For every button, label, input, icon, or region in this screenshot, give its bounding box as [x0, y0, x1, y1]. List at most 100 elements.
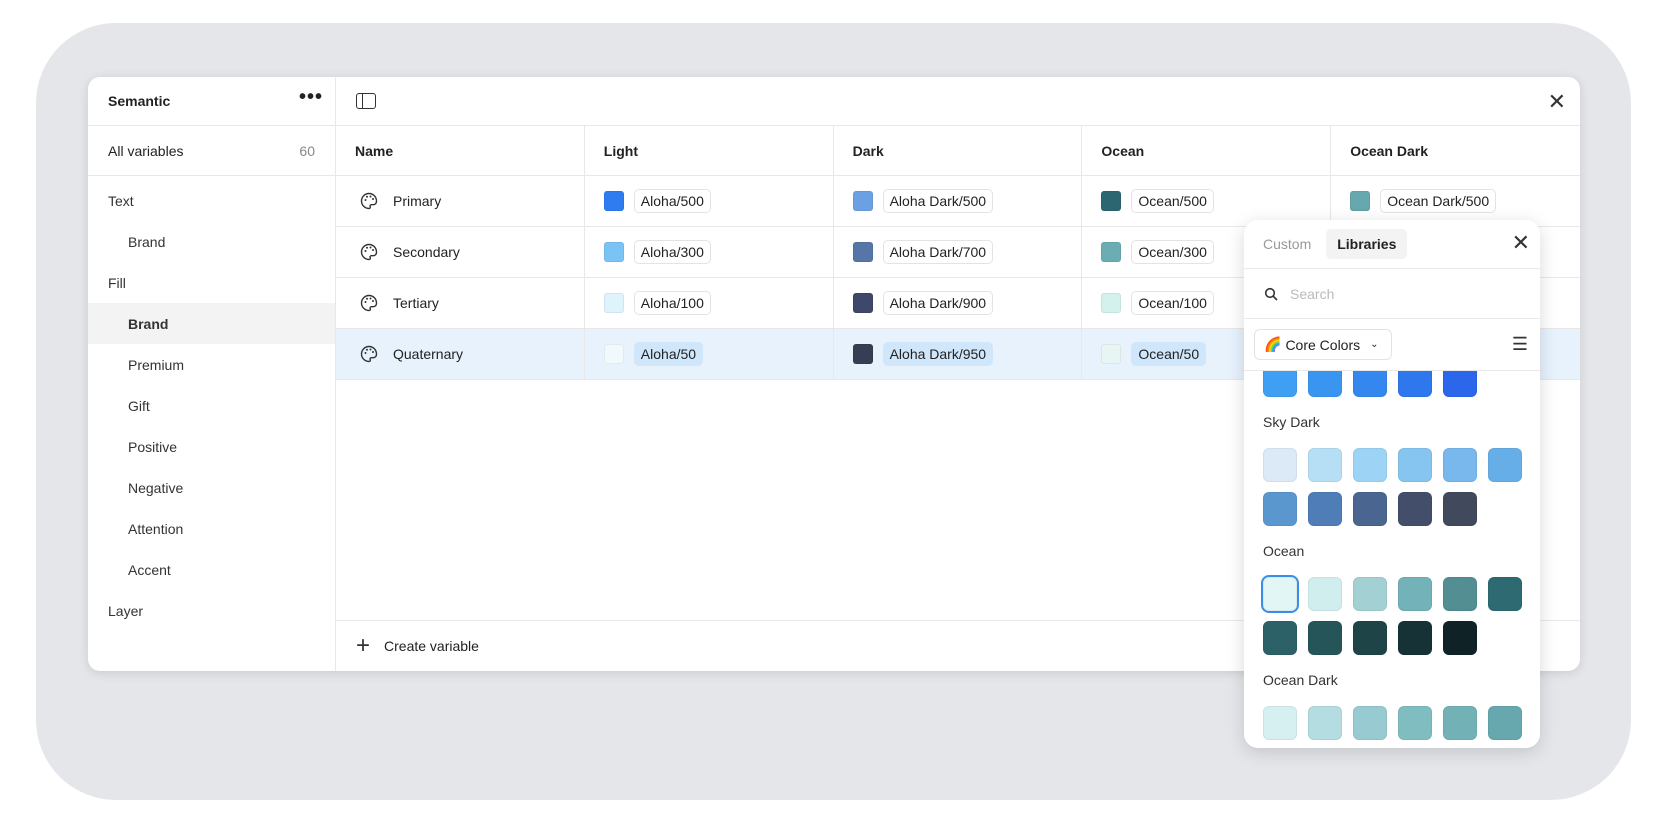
alias-tag[interactable]: Aloha/300 [633, 240, 711, 264]
library-name: Core Colors [1285, 336, 1361, 353]
color-swatch[interactable] [603, 344, 624, 364]
color-swatch[interactable] [1443, 371, 1477, 397]
value-cell[interactable]: Ocean Dark/500 [1331, 176, 1580, 226]
sidebar-item-text[interactable]: Text [88, 180, 335, 221]
color-swatch[interactable] [1488, 706, 1522, 740]
name-cell[interactable]: Quaternary [336, 329, 585, 379]
color-swatch[interactable] [1261, 575, 1299, 613]
alias-tag[interactable]: Aloha Dark/700 [882, 240, 994, 264]
ellipsis-icon[interactable]: ••• [299, 87, 323, 107]
name-cell[interactable]: Secondary [336, 227, 585, 277]
alias-tag[interactable]: Ocean/100 [1131, 291, 1214, 315]
color-swatch[interactable] [852, 344, 873, 364]
sidebar-item-positive[interactable]: Positive [88, 426, 335, 467]
search-input[interactable] [1290, 285, 1471, 302]
sidebar: Semantic ••• All variables 60 Text Brand F… [88, 77, 336, 671]
color-swatch[interactable] [1263, 448, 1297, 482]
value-cell[interactable]: Aloha Dark/700 [834, 227, 1083, 277]
color-swatch[interactable] [603, 242, 624, 262]
name-cell[interactable]: Primary [336, 176, 585, 226]
alias-tag[interactable]: Ocean/300 [1131, 240, 1214, 264]
value-cell[interactable]: Aloha/300 [585, 227, 834, 277]
sidebar-item-layer[interactable]: Layer [88, 590, 335, 631]
color-swatch[interactable] [1443, 492, 1477, 526]
color-swatch[interactable] [1308, 577, 1342, 611]
value-cell[interactable]: Aloha/500 [585, 176, 834, 226]
value-cell[interactable]: Ocean/500 [1082, 176, 1332, 226]
tab-custom[interactable]: Custom [1252, 229, 1322, 259]
close-icon[interactable]: ✕ [1512, 230, 1530, 256]
color-swatch[interactable] [1398, 706, 1432, 740]
value-cell[interactable]: Aloha Dark/900 [834, 278, 1083, 328]
sidebar-item-accent[interactable]: Accent [88, 549, 335, 590]
alias-tag[interactable]: Ocean Dark/500 [1380, 189, 1497, 213]
color-swatch[interactable] [1488, 577, 1522, 611]
sidebar-item-brand[interactable]: Brand [88, 221, 335, 262]
sidebar-item-premium[interactable]: Premium [88, 344, 335, 385]
color-swatch[interactable] [1398, 448, 1432, 482]
alias-tag[interactable]: Aloha Dark/900 [882, 291, 994, 315]
color-swatch[interactable] [1443, 448, 1477, 482]
color-swatch[interactable] [1353, 492, 1387, 526]
sidebar-item-fill[interactable]: Fill [88, 262, 335, 303]
color-swatch[interactable] [1398, 492, 1432, 526]
sidebar-toggle-icon[interactable] [356, 93, 376, 109]
alias-tag[interactable]: Aloha/500 [633, 189, 711, 213]
sidebar-item-attention[interactable]: Attention [88, 508, 335, 549]
color-swatch[interactable] [1263, 492, 1297, 526]
color-swatch[interactable] [852, 293, 873, 313]
close-icon[interactable]: ✕ [1548, 89, 1566, 115]
sidebar-item-brand[interactable]: Brand [88, 303, 335, 344]
value-cell[interactable]: Aloha/50 [585, 329, 834, 379]
sidebar-item-all-variables[interactable]: All variables 60 [88, 126, 335, 176]
color-swatch[interactable] [1308, 448, 1342, 482]
color-swatch[interactable] [603, 191, 624, 211]
list-view-icon[interactable]: ☰ [1512, 334, 1528, 355]
color-swatch[interactable] [1353, 448, 1387, 482]
color-swatch[interactable] [852, 191, 873, 211]
color-swatch[interactable] [1488, 448, 1522, 482]
color-swatch[interactable] [1398, 621, 1432, 655]
color-swatch[interactable] [1308, 492, 1342, 526]
color-swatch[interactable] [1398, 577, 1432, 611]
value-cell[interactable]: Aloha/100 [585, 278, 834, 328]
alias-tag[interactable]: Aloha Dark/950 [882, 342, 994, 366]
color-swatch[interactable] [852, 242, 873, 262]
color-swatch[interactable] [1353, 621, 1387, 655]
tab-libraries[interactable]: Libraries [1326, 229, 1408, 259]
value-cell[interactable]: Aloha Dark/500 [834, 176, 1083, 226]
color-swatch[interactable] [1353, 371, 1387, 397]
color-swatch[interactable] [1350, 191, 1371, 211]
color-swatch[interactable] [1353, 706, 1387, 740]
name-cell[interactable]: Tertiary [336, 278, 585, 328]
color-swatch[interactable] [1443, 706, 1477, 740]
variable-name: Tertiary [393, 295, 439, 311]
alias-tag[interactable]: Aloha/100 [633, 291, 711, 315]
alias-tag[interactable]: Ocean/500 [1131, 189, 1214, 213]
value-cell[interactable]: Aloha Dark/950 [834, 329, 1083, 379]
color-swatch[interactable] [1101, 293, 1122, 313]
color-swatch[interactable] [1101, 191, 1122, 211]
sidebar-item-gift[interactable]: Gift [88, 385, 335, 426]
color-swatch[interactable] [1398, 371, 1432, 397]
alias-tag[interactable]: Aloha Dark/500 [882, 189, 994, 213]
color-swatch[interactable] [1101, 242, 1122, 262]
color-swatch[interactable] [1101, 344, 1122, 364]
color-swatch[interactable] [1263, 706, 1297, 740]
color-swatch[interactable] [1443, 577, 1477, 611]
alias-tag[interactable]: Ocean/50 [1131, 342, 1207, 366]
column-header: Dark [834, 126, 1083, 175]
sidebar-item-label: Layer [108, 602, 144, 619]
color-swatch[interactable] [1308, 706, 1342, 740]
color-swatch[interactable] [1353, 577, 1387, 611]
swatch-list[interactable]: Sky Dark Ocean Ocean Dark [1244, 371, 1540, 748]
sidebar-item-negative[interactable]: Negative [88, 467, 335, 508]
color-swatch[interactable] [1443, 621, 1477, 655]
color-swatch[interactable] [1263, 621, 1297, 655]
color-swatch[interactable] [1308, 371, 1342, 397]
color-swatch[interactable] [603, 293, 624, 313]
alias-tag[interactable]: Aloha/50 [633, 342, 704, 366]
color-swatch[interactable] [1263, 371, 1297, 397]
color-swatch[interactable] [1308, 621, 1342, 655]
library-dropdown[interactable]: 🌈 Core Colors ⌄ [1254, 329, 1392, 360]
